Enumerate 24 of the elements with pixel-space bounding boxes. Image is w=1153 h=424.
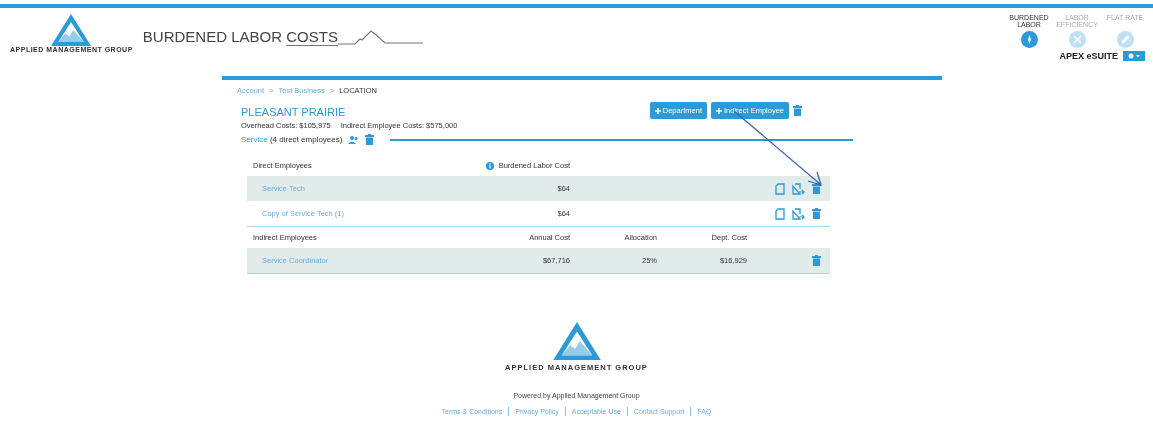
trash-icon[interactable]	[812, 255, 821, 266]
document-icon[interactable]	[775, 182, 785, 195]
page-title: BURDENED LABOR COSTS	[142, 28, 338, 45]
tools-icon	[1072, 35, 1082, 44]
plus-icon	[715, 107, 722, 114]
settings-dropdown-button[interactable]	[1123, 51, 1145, 61]
document-export-icon[interactable]	[792, 182, 805, 195]
mountain-logo-icon	[51, 14, 92, 46]
delete-department-icon[interactable]	[365, 134, 375, 145]
people-icon[interactable]	[348, 135, 360, 144]
mountain-ridge-icon	[337, 29, 423, 45]
delete-location-icon[interactable]	[793, 105, 802, 116]
trash-icon[interactable]	[812, 183, 821, 194]
department-title: Service (4 direct employees)	[241, 135, 343, 144]
location-name: PLEASANT PRAIRIE	[241, 105, 346, 119]
document-icon[interactable]	[775, 207, 785, 220]
department-link[interactable]: Service	[241, 135, 268, 144]
document-export-icon[interactable]	[792, 207, 805, 220]
trash-icon[interactable]	[812, 208, 821, 219]
plus-icon	[654, 107, 661, 114]
suite-label: APEX eSUITE	[1059, 51, 1118, 61]
mountain-logo-icon	[552, 322, 601, 361]
link-icon	[1120, 35, 1130, 44]
info-icon[interactable]	[485, 161, 494, 170]
